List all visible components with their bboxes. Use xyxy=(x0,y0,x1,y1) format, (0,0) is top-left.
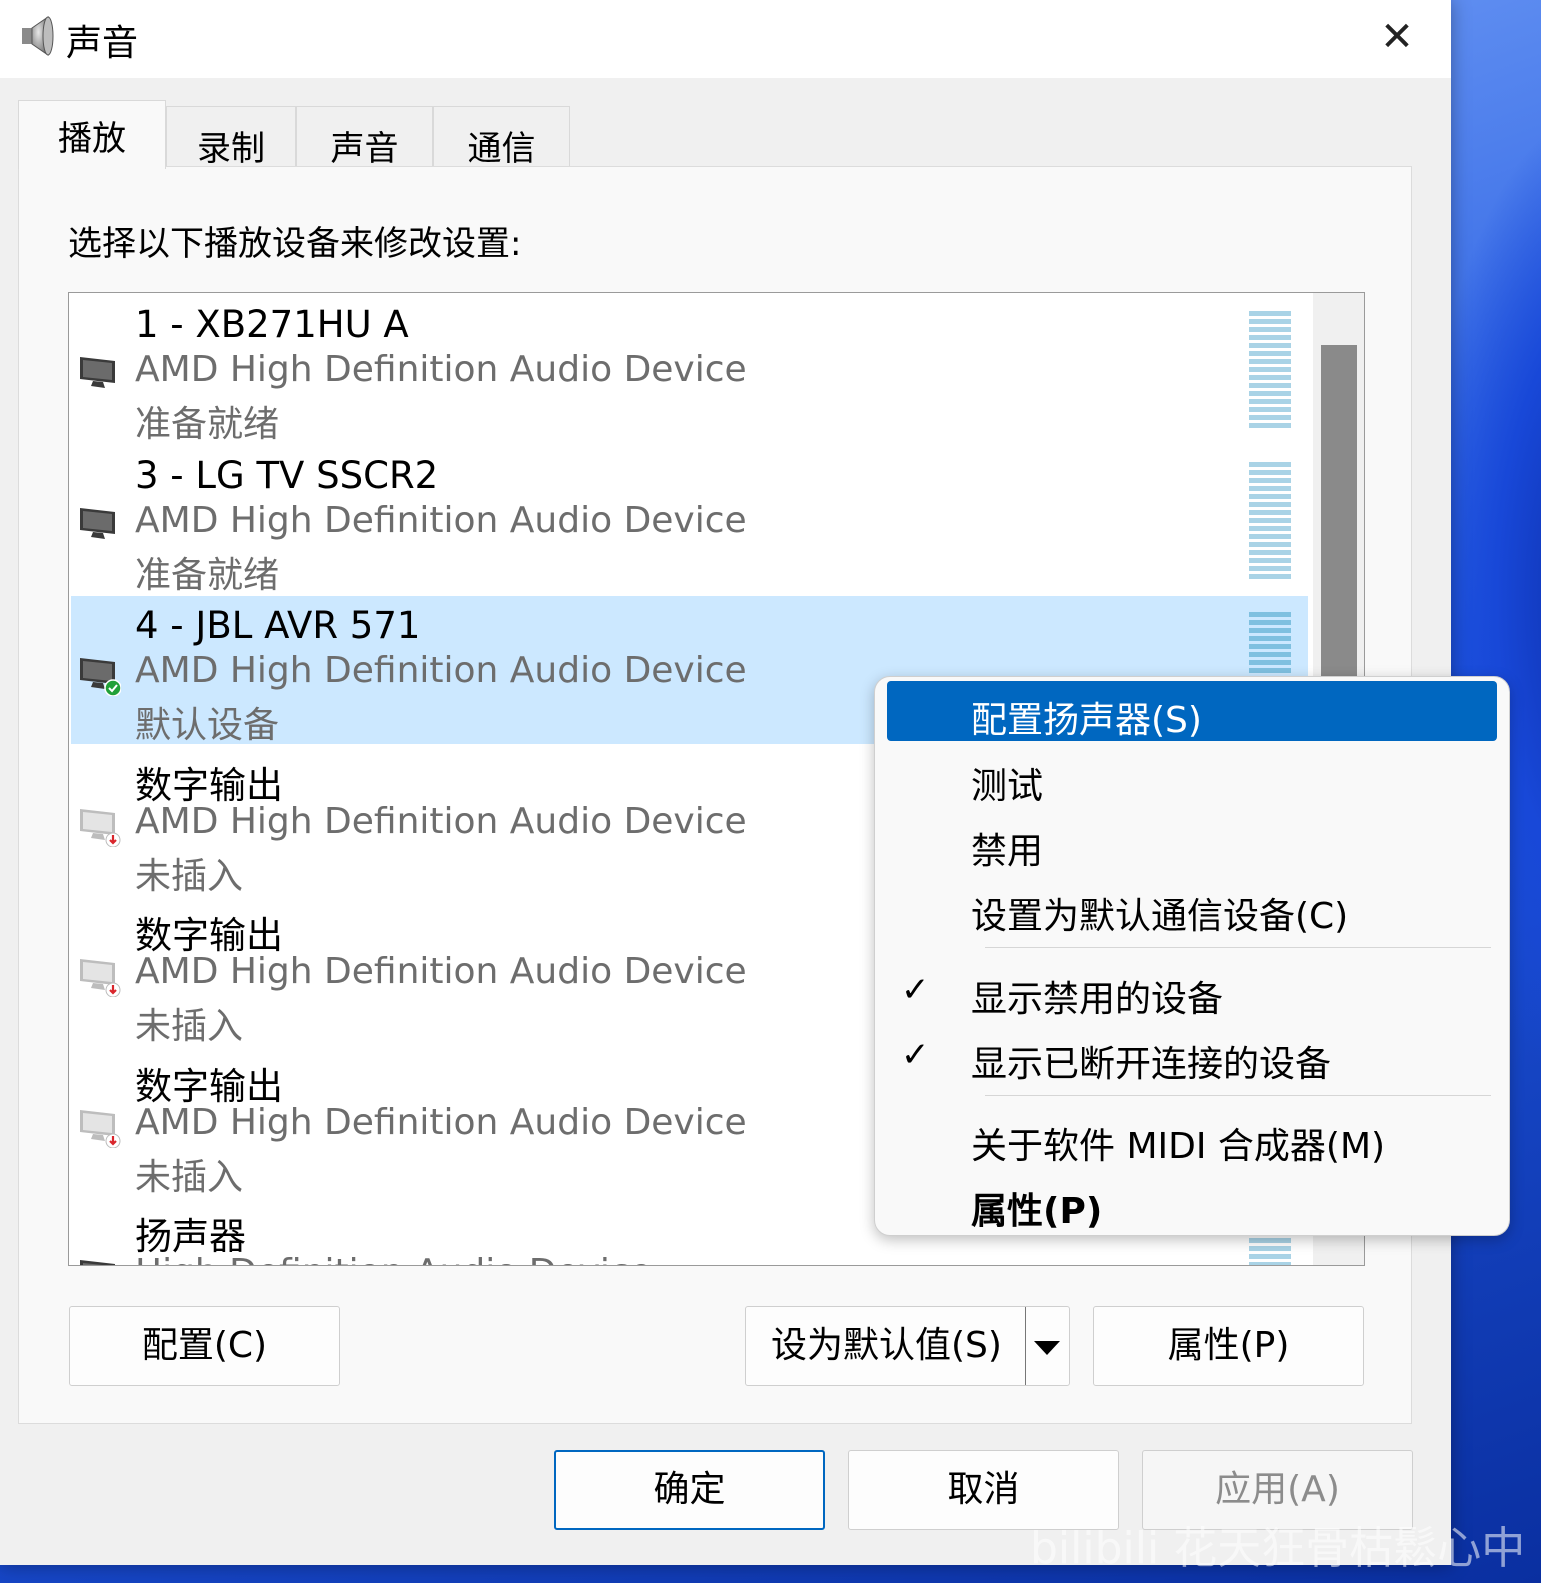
monitor-speaker-unplugged-icon xyxy=(80,1109,121,1148)
properties-button[interactable]: 属性(P) xyxy=(1093,1306,1364,1386)
menu-item-label: 显示已断开连接的设备 xyxy=(971,1044,1332,1085)
window-title: 声音 xyxy=(66,23,139,64)
menu-item-show-disconnected[interactable]: ✓ 显示已断开连接的设备 xyxy=(887,1025,1497,1085)
set-default-split-button[interactable]: 设为默认值(S) xyxy=(745,1306,1070,1386)
menu-item-show-disabled[interactable]: ✓ 显示禁用的设备 xyxy=(887,960,1497,1020)
menu-item-disable[interactable]: 禁用 xyxy=(887,812,1497,872)
ok-button[interactable]: 确定 xyxy=(554,1450,825,1530)
checkmark-icon: ✓ xyxy=(901,1035,930,1075)
tab-sounds[interactable]: 声音 xyxy=(296,106,433,169)
monitor-speaker-unplugged-icon xyxy=(80,808,121,847)
menu-separator xyxy=(985,1095,1491,1096)
configure-button[interactable]: 配置(C) xyxy=(69,1306,340,1386)
device-row[interactable]: 3 - LG TV SSCR2 AMD High Definition Audio… xyxy=(71,446,1308,596)
menu-separator xyxy=(985,947,1491,948)
menu-item-label: 禁用 xyxy=(971,831,1044,872)
close-button[interactable]: ✕ xyxy=(1372,14,1422,60)
monitor-speaker-unplugged-icon xyxy=(80,959,121,997)
device-driver: AMD High Definition Audio Device xyxy=(135,1101,747,1143)
menu-item-test[interactable]: 测试 xyxy=(887,747,1497,807)
speaker-icon xyxy=(22,16,54,56)
menu-item-label: 关于软件 MIDI 合成器(M) xyxy=(971,1126,1386,1167)
menu-item-about-midi[interactable]: 关于软件 MIDI 合成器(M) xyxy=(887,1107,1497,1167)
device-status: 未插入 xyxy=(135,1006,244,1047)
tab-communications[interactable]: 通信 xyxy=(433,106,570,169)
menu-item-configure-speakers[interactable]: 配置扬声器(S) xyxy=(887,681,1497,741)
device-name: 4 - JBL AVR 571 xyxy=(135,604,421,647)
instruction-text: 选择以下播放设备来修改设置: xyxy=(68,224,522,264)
device-status: 默认设备 xyxy=(135,705,280,746)
menu-item-label: 显示禁用的设备 xyxy=(971,979,1224,1020)
device-driver: AMD High Definition Audio Device xyxy=(135,951,747,992)
device-status: 未插入 xyxy=(135,855,244,897)
menu-item-label: 属性(P) xyxy=(971,1191,1103,1232)
volume-meter xyxy=(1249,461,1291,580)
tab-playback[interactable]: 播放 xyxy=(18,100,166,169)
monitor-speaker-icon xyxy=(80,1260,115,1265)
menu-item-label: 测试 xyxy=(971,766,1044,807)
device-name: 1 - XB271HU A xyxy=(135,303,409,346)
menu-item-set-default-comm[interactable]: 设置为默认通信设备(C) xyxy=(887,877,1497,937)
menu-item-label: 设置为默认通信设备(C) xyxy=(971,896,1349,937)
device-driver: AMD High Definition Audio Device xyxy=(135,650,747,691)
menu-item-properties[interactable]: 属性(P) xyxy=(887,1172,1497,1232)
device-driver: High Definition Audio Device xyxy=(135,1252,652,1265)
chevron-down-icon[interactable] xyxy=(1025,1307,1069,1385)
device-driver: AMD High Definition Audio Device xyxy=(135,499,747,541)
device-status: 未插入 xyxy=(135,1156,244,1198)
menu-item-label: 配置扬声器(S) xyxy=(971,700,1202,741)
set-default-button-label[interactable]: 设为默认值(S) xyxy=(746,1307,1027,1385)
watermark: bilibili 花天狂骨枯鬆心中 xyxy=(1030,1523,1526,1574)
monitor-speaker-icon xyxy=(80,507,115,539)
checkmark-icon: ✓ xyxy=(901,970,930,1010)
device-driver: AMD High Definition Audio Device xyxy=(135,800,747,842)
monitor-speaker-default-icon xyxy=(80,658,121,696)
device-name: 3 - LG TV SSCR2 xyxy=(135,453,439,497)
device-driver: AMD High Definition Audio Device xyxy=(135,349,747,390)
volume-meter xyxy=(1249,311,1291,429)
tab-recording[interactable]: 录制 xyxy=(166,106,296,169)
monitor-speaker-icon xyxy=(80,357,115,388)
title-bar: 声音 ✕ xyxy=(0,0,1451,78)
device-status: 准备就绪 xyxy=(135,404,280,445)
device-row[interactable]: 1 - XB271HU A AMD High Definition Audio D… xyxy=(71,295,1308,445)
context-menu: 配置扬声器(S) 测试 禁用 设置为默认通信设备(C) ✓ 显示禁用的设备 ✓ 显示… xyxy=(874,676,1510,1236)
device-status: 准备就绪 xyxy=(135,554,280,596)
